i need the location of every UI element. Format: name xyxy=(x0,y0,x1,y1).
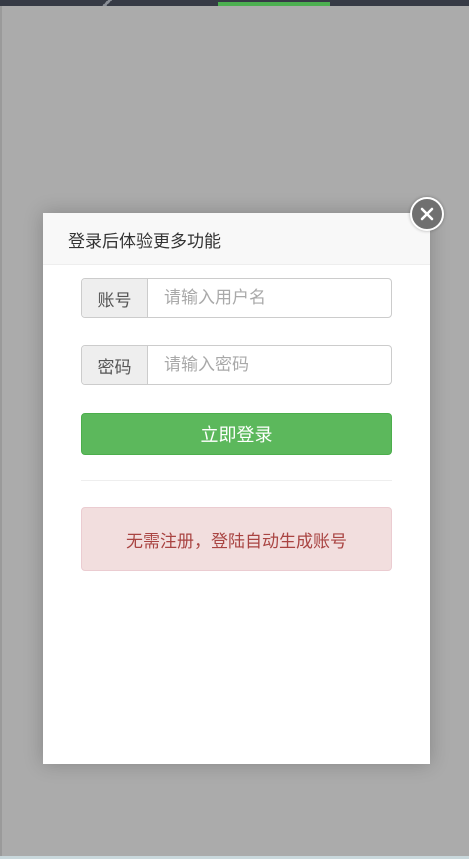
modal-title: 登录后体验更多功能 xyxy=(68,232,221,252)
close-icon xyxy=(420,207,434,221)
divider xyxy=(81,480,392,481)
login-modal: 登录后体验更多功能 账号 密码 立即登录 无需注册，登陆自动生成账号 xyxy=(43,213,430,764)
notice-alert: 无需注册，登陆自动生成账号 xyxy=(81,507,392,571)
page-edge-left xyxy=(0,6,2,859)
password-input[interactable] xyxy=(148,346,391,384)
nav-decoration xyxy=(100,0,114,6)
close-button[interactable] xyxy=(410,197,444,231)
account-label: 账号 xyxy=(82,279,148,317)
modal-header: 登录后体验更多功能 xyxy=(43,213,430,265)
password-label: 密码 xyxy=(82,346,148,384)
password-input-group: 密码 xyxy=(81,345,392,385)
login-button[interactable]: 立即登录 xyxy=(81,413,392,455)
top-nav-bar xyxy=(0,0,469,6)
account-input[interactable] xyxy=(148,279,391,317)
account-input-group: 账号 xyxy=(81,278,392,318)
nav-active-indicator xyxy=(218,2,330,6)
